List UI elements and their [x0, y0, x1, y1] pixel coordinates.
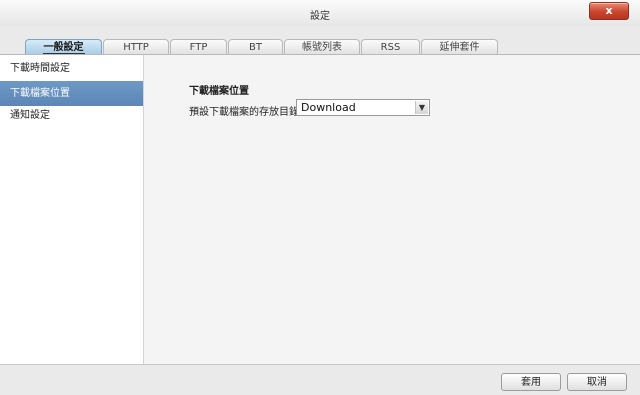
- settings-panel: 下載檔案位置 預設下載檔案的存放目錄 Download ▼: [144, 55, 640, 364]
- selected-folder-value: Download: [301, 101, 356, 114]
- tab-label: BT: [249, 42, 262, 53]
- sidebar: 下載時間設定 下載檔案位置 通知設定: [0, 55, 144, 364]
- tab-general[interactable]: 一般設定: [25, 39, 102, 54]
- tab-label: FTP: [189, 42, 208, 53]
- folder-field-label: 預設下載檔案的存放目錄: [189, 107, 299, 118]
- apply-button[interactable]: 套用: [501, 373, 561, 391]
- window-title: 設定: [310, 11, 330, 22]
- tab-bt[interactable]: BT: [228, 39, 283, 54]
- sidebar-item-label: 下載時間設定: [10, 63, 70, 74]
- chevron-down-icon[interactable]: ▼: [415, 101, 428, 114]
- sidebar-item-label: 下載檔案位置: [10, 88, 70, 99]
- cancel-button[interactable]: 取消: [567, 373, 627, 391]
- tab-label: HTTP: [123, 42, 149, 53]
- tab-label: 一般設定: [42, 42, 85, 54]
- footer-bar: 套用 取消: [0, 364, 640, 395]
- tab-rss[interactable]: RSS: [361, 39, 420, 54]
- tab-bar: 一般設定 HTTP FTP BT 帳號列表 RSS 延伸套件: [0, 26, 640, 54]
- sidebar-item-download-schedule[interactable]: 下載時間設定: [0, 56, 143, 81]
- section-title: 下載檔案位置: [189, 86, 249, 97]
- sidebar-item-label: 通知設定: [10, 110, 50, 121]
- title-bar: 設定 x: [0, 0, 640, 27]
- download-folder-select[interactable]: Download ▼: [296, 99, 430, 116]
- sidebar-item-notification[interactable]: 通知設定: [0, 103, 143, 128]
- tab-label: 延伸套件: [439, 42, 480, 53]
- tab-accounts[interactable]: 帳號列表: [284, 39, 360, 54]
- close-icon: x: [605, 4, 613, 17]
- tab-ftp[interactable]: FTP: [170, 39, 227, 54]
- tab-label: 帳號列表: [302, 42, 342, 53]
- close-button[interactable]: x: [589, 2, 629, 20]
- tab-extensions[interactable]: 延伸套件: [421, 39, 498, 54]
- tab-label: RSS: [380, 42, 401, 53]
- tab-http[interactable]: HTTP: [103, 39, 169, 54]
